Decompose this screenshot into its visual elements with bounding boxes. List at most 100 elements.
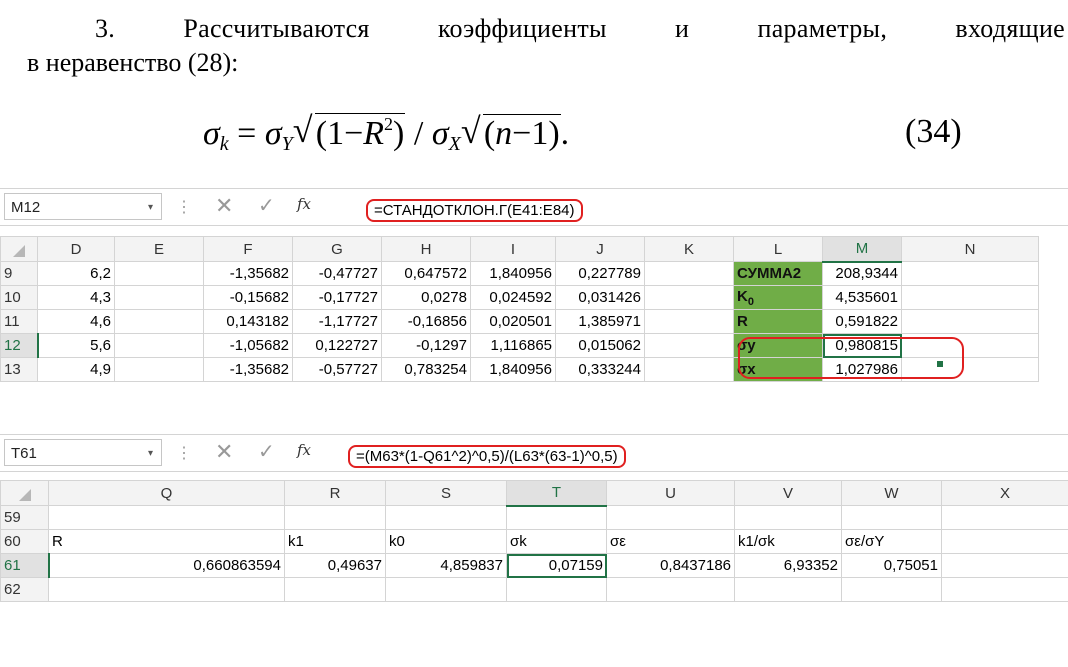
cell[interactable]: 1,116865 [470,333,556,358]
cell[interactable]: 1,840956 [470,261,556,286]
col-header-t[interactable]: T [506,480,607,507]
row-header[interactable]: 10 [0,285,38,310]
cell[interactable]: 4,6 [37,309,115,334]
col-header-j[interactable]: J [555,236,645,262]
cell[interactable]: 0,49637 [284,553,386,578]
label-cell[interactable]: σx [733,357,823,382]
cell[interactable]: 0,75051 [841,553,942,578]
cell[interactable] [644,333,734,358]
row-header[interactable]: 13 [0,357,38,382]
cell[interactable]: 1,027986 [822,357,902,382]
cell[interactable]: 5,6 [37,333,115,358]
cell[interactable]: 4,535601 [822,285,902,310]
insert-function-icon[interactable]: fx [297,195,311,213]
cell[interactable] [941,577,1068,602]
cell[interactable]: -1,35682 [203,261,293,286]
cell[interactable] [506,577,607,602]
col-header-l[interactable]: L [733,236,823,262]
cell[interactable] [901,285,1039,310]
cell[interactable] [901,333,1039,358]
cell[interactable] [506,505,607,530]
row-header[interactable]: 12 [0,333,39,358]
cancel-icon[interactable]: ✕ [215,193,233,219]
cell[interactable] [901,261,1039,286]
col-header-k[interactable]: K [644,236,734,262]
col-header-e[interactable]: E [114,236,204,262]
cell[interactable]: 0,591822 [822,309,902,334]
col-header-n[interactable]: N [901,236,1039,262]
cell[interactable] [284,505,386,530]
select-all-corner[interactable] [0,236,38,262]
cell[interactable]: -0,47727 [292,261,382,286]
cell[interactable]: 6,93352 [734,553,842,578]
select-all-corner[interactable] [0,480,49,506]
cell[interactable]: -0,16856 [381,309,471,334]
cell[interactable] [734,577,842,602]
col-header-f[interactable]: F [203,236,293,262]
cell[interactable]: 1,840956 [470,357,556,382]
label-cell[interactable]: R [733,309,823,334]
name-box[interactable]: T61 ▾ [4,439,162,466]
cell[interactable]: 0,031426 [555,285,645,310]
header-cell[interactable]: k0 [385,529,507,554]
cell[interactable]: 0,227789 [555,261,645,286]
cell[interactable] [48,577,285,602]
row-header[interactable]: 11 [0,309,38,334]
col-header-u[interactable]: U [606,480,735,506]
cell[interactable] [114,261,204,286]
cell[interactable]: 0,122727 [292,333,382,358]
cell[interactable]: 4,3 [37,285,115,310]
cell[interactable]: 4,9 [37,357,115,382]
cancel-icon[interactable]: ✕ [215,439,233,465]
label-cell[interactable]: σy [733,333,823,358]
cell[interactable] [941,553,1068,578]
header-cell[interactable]: k1/σk [734,529,842,554]
cell[interactable] [644,357,734,382]
cell[interactable] [606,505,735,530]
cell[interactable] [901,309,1039,334]
cell[interactable] [734,505,842,530]
header-cell[interactable]: k1 [284,529,386,554]
splitter-icon[interactable]: ⋮ [176,443,192,463]
cell[interactable]: 6,2 [37,261,115,286]
cell[interactable]: 0,0278 [381,285,471,310]
col-header-d[interactable]: D [37,236,115,262]
col-header-w[interactable]: W [841,480,942,506]
cell[interactable]: 0,660863594 [48,553,285,578]
cell[interactable] [114,309,204,334]
cell[interactable] [901,357,1039,382]
header-cell[interactable]: σε/σY [841,529,942,554]
cell[interactable] [284,577,386,602]
formula-input[interactable]: =(M63*(1-Q61^2)^0,5)/(L63*(63-1)^0,5) [328,439,1068,468]
selected-cell[interactable]: 0,07159 [506,553,607,578]
cell[interactable]: 0,333244 [555,357,645,382]
col-header-m[interactable]: M [822,236,902,263]
label-cell[interactable]: СУММА2 [733,261,823,286]
header-cell[interactable]: R [48,529,285,554]
col-header-q[interactable]: Q [48,480,285,506]
header-cell[interactable]: σk [506,529,607,554]
row-header[interactable]: 62 [0,577,49,602]
cell[interactable] [644,309,734,334]
cell[interactable] [114,357,204,382]
cell[interactable]: -1,17727 [292,309,382,334]
cell[interactable]: 0,024592 [470,285,556,310]
cell[interactable]: 0,647572 [381,261,471,286]
cell[interactable]: 0,783254 [381,357,471,382]
fill-handle[interactable] [936,360,944,368]
cell[interactable] [841,505,942,530]
cell[interactable] [114,285,204,310]
cell[interactable]: -1,35682 [203,357,293,382]
col-header-h[interactable]: H [381,236,471,262]
cell[interactable]: -0,15682 [203,285,293,310]
enter-icon[interactable]: ✓ [258,439,275,464]
row-header[interactable]: 9 [0,261,38,286]
cell[interactable]: 4,859837 [385,553,507,578]
col-header-s[interactable]: S [385,480,507,506]
formula-text[interactable]: =(M63*(1-Q61^2)^0,5)/(L63*(63-1)^0,5) [348,445,626,468]
cell[interactable] [841,577,942,602]
header-cell[interactable]: σε [606,529,735,554]
cell[interactable]: 208,9344 [822,261,902,286]
row-header[interactable]: 60 [0,529,49,554]
chevron-down-icon[interactable]: ▾ [148,194,153,221]
